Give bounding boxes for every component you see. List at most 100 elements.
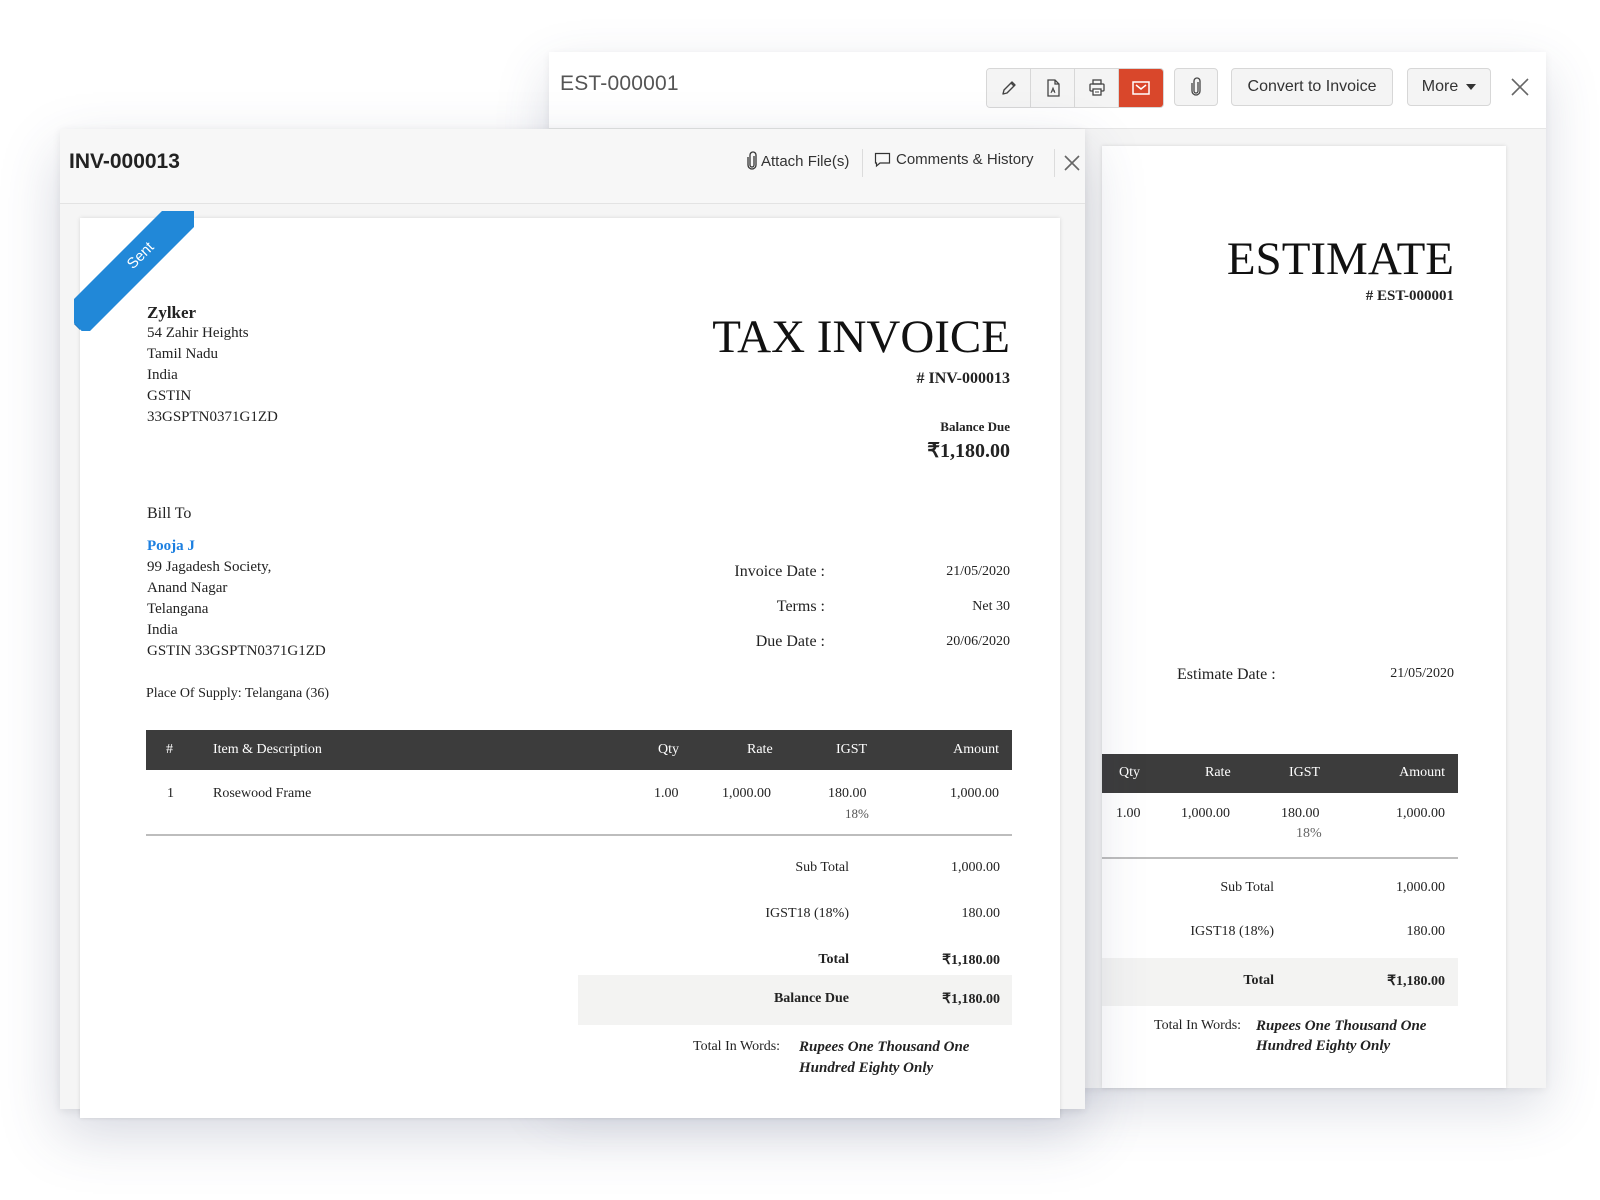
paperclip-icon — [1191, 77, 1201, 96]
mail-icon — [1132, 81, 1150, 95]
comment-icon — [874, 152, 891, 167]
cell-amount: 1,000.00 — [1396, 806, 1445, 821]
print-button[interactable] — [1075, 69, 1119, 107]
invoice-close-button[interactable] — [1062, 153, 1082, 173]
due-date-row: Due Date : 20/06/2020 — [700, 633, 1010, 668]
invoice-date-value: 21/05/2020 — [946, 564, 1010, 579]
attach-files-label: Attach File(s) — [761, 152, 850, 170]
invoice-window: INV-000013 Attach File(s) Comments & His… — [60, 129, 1085, 1118]
col-qty: Qty — [658, 742, 679, 757]
bill-to-label: Bill To — [147, 505, 192, 522]
tax-label: IGST18 (18%) — [765, 906, 849, 921]
estimate-title: EST-000001 — [560, 72, 679, 95]
col-igst: IGST — [1289, 765, 1321, 780]
balance-due-amount: ₹1,180.00 — [927, 440, 1010, 462]
edit-button[interactable] — [987, 69, 1031, 107]
col-rate: Rate — [747, 742, 773, 757]
terms-value: Net 30 — [972, 599, 1010, 614]
header-divider — [1054, 149, 1055, 177]
invoice-header: INV-000013 Attach File(s) Comments & His… — [60, 129, 1085, 204]
invoice-date-row: Invoice Date : 21/05/2020 — [700, 563, 1010, 598]
estimate-number: # EST-000001 — [1365, 288, 1454, 304]
customer-line: Telangana — [147, 601, 209, 617]
estimate-heading: ESTIMATE — [1226, 233, 1454, 285]
cell-qty: 1.00 — [654, 786, 679, 801]
due-date-label: Due Date : — [755, 633, 825, 650]
invoice-number: # INV-000013 — [916, 370, 1010, 387]
tax-row: IGST18 (18%) 180.00 — [1102, 912, 1458, 952]
total-label: Total — [1243, 973, 1274, 988]
cell-item: Rosewood Frame — [213, 786, 312, 801]
cell-amount: 1,000.00 — [950, 786, 999, 801]
col-item: Item & Description — [213, 742, 322, 757]
org-line: 33GSPTN0371G1ZD — [147, 409, 278, 425]
total-row: Total ₹1,180.00 — [1102, 958, 1458, 1006]
close-icon — [1064, 155, 1080, 171]
invoice-date-label: Invoice Date : — [734, 563, 825, 580]
estimate-toolbar — [986, 68, 1164, 108]
pdf-button[interactable] — [1031, 69, 1075, 107]
email-button[interactable] — [1119, 69, 1163, 107]
tax-row: IGST18 (18%) 180.00 — [578, 892, 1012, 940]
attach-files-link[interactable]: Attach File(s) — [746, 151, 849, 171]
comments-history-link[interactable]: Comments & History — [874, 151, 1034, 168]
customer-name-link[interactable]: Pooja J — [147, 536, 326, 557]
org-line: India — [147, 367, 178, 383]
cell-rate: 1,000.00 — [722, 786, 771, 801]
total-in-words-label: Total In Words: — [1154, 1018, 1242, 1033]
subtotal-row: Sub Total 1,000.00 — [578, 846, 1012, 894]
estimate-date-value: 21/05/2020 — [1390, 666, 1454, 681]
invoice-document: Sent Zylker 54 Zahir Heights Tamil Nadu … — [74, 211, 1060, 1118]
subtotal-row: Sub Total 1,000.00 — [1102, 868, 1458, 908]
estimate-close-button[interactable] — [1509, 76, 1531, 98]
caret-down-icon — [1466, 84, 1477, 90]
bill-to-address: Pooja J 99 Jagadesh Society, Anand Nagar… — [147, 536, 326, 662]
total-label: Total — [818, 952, 849, 967]
organization-name: Zylker — [147, 303, 197, 322]
header-divider — [862, 149, 863, 177]
more-label: More — [1421, 78, 1459, 95]
col-qty: Qty — [1119, 765, 1140, 780]
table-row: 1 Rosewood Frame 1.00 1,000.00 180.00 18… — [146, 774, 1012, 826]
cell-igst-pct: 18% — [845, 806, 869, 821]
org-line: Tamil Nadu — [147, 346, 219, 362]
estimate-header: EST-000001 Convert to Invoice More — [549, 52, 1546, 129]
more-button[interactable]: More — [1407, 68, 1491, 106]
customer-line: GSTIN 33GSPTN0371G1ZD — [147, 643, 326, 659]
cell-igst-pct: 18% — [1296, 826, 1322, 841]
table-divider — [1102, 857, 1458, 859]
cell-igst: 180.00 — [1281, 806, 1320, 821]
col-index: # — [166, 742, 173, 757]
invoice-meta: Invoice Date : 21/05/2020 Terms : Net 30… — [700, 563, 1010, 668]
convert-label: Convert to Invoice — [1247, 78, 1377, 95]
invoice-heading: TAX INVOICE — [712, 311, 1010, 363]
invoice-title: INV-000013 — [69, 150, 180, 173]
estimate-document: ESTIMATE # EST-000001 Estimate Date : 21… — [1102, 146, 1506, 1088]
col-amount: Amount — [1399, 765, 1445, 780]
customer-line: India — [147, 622, 178, 638]
subtotal-value: 1,000.00 — [951, 860, 1000, 875]
pdf-icon — [1046, 79, 1060, 97]
terms-row: Terms : Net 30 — [700, 598, 1010, 633]
subtotal-label: Sub Total — [1220, 880, 1274, 895]
col-amount: Amount — [953, 742, 999, 757]
table-row: 1.00 1,000.00 180.00 18% 1,000.00 — [1102, 806, 1458, 856]
pencil-icon — [1001, 81, 1016, 95]
cell-qty: 1.00 — [1116, 806, 1141, 821]
table-divider — [146, 834, 1012, 836]
comments-history-label: Comments & History — [896, 151, 1034, 168]
col-igst: IGST — [836, 742, 868, 757]
tax-value: 180.00 — [1406, 924, 1446, 939]
printer-icon — [1088, 79, 1105, 96]
place-of-supply: Place Of Supply: Telangana (36) — [146, 686, 330, 701]
tax-label: IGST18 (18%) — [1190, 924, 1274, 939]
cell-igst: 180.00 — [828, 786, 867, 801]
attach-button[interactable] — [1174, 68, 1218, 106]
convert-to-invoice-button[interactable]: Convert to Invoice — [1231, 68, 1393, 106]
organization-address: Zylker 54 Zahir Heights Tamil Nadu India… — [147, 302, 278, 428]
close-icon — [1511, 78, 1529, 96]
total-in-words-label: Total In Words: — [693, 1039, 781, 1054]
org-line: 54 Zahir Heights — [147, 325, 249, 341]
cell-rate: 1,000.00 — [1181, 806, 1230, 821]
org-line: GSTIN — [147, 388, 192, 404]
